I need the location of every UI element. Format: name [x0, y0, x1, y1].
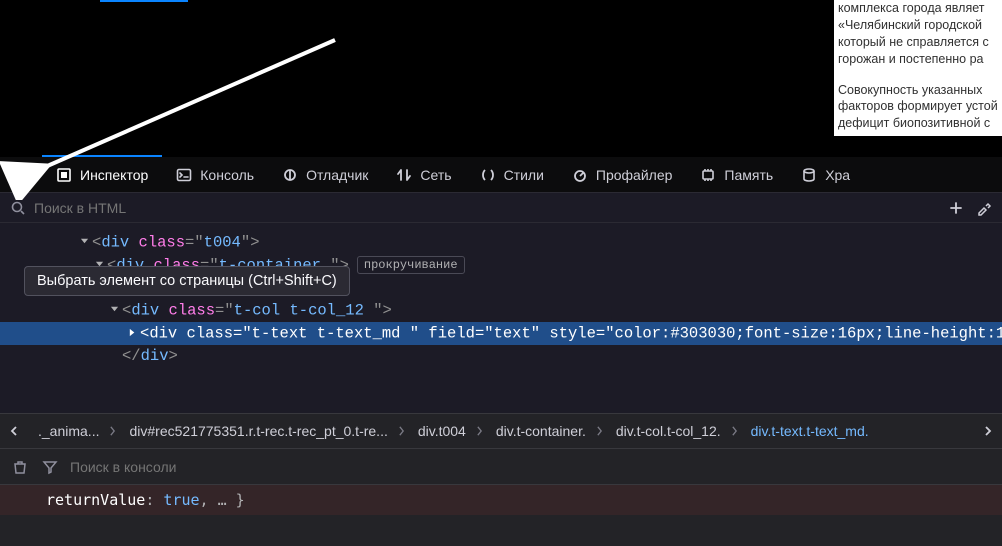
twisty-icon[interactable] — [125, 322, 140, 345]
tab-memory[interactable]: Память — [686, 157, 787, 193]
tab-label: Инспектор — [80, 167, 148, 183]
chevron-right-icon — [596, 423, 606, 439]
page-paragraph: Совокупность указанных факторов формируе… — [838, 82, 1002, 133]
twisty-icon[interactable] — [107, 299, 122, 322]
tab-storage[interactable]: Хра — [787, 157, 864, 193]
clear-console-button[interactable] — [10, 457, 30, 477]
search-input[interactable] — [34, 200, 214, 216]
tab-label: Профайлер — [596, 167, 673, 183]
devtools-panel: Инспектор Консоль Отладчик Сеть Стили — [0, 157, 1002, 546]
filter-icon[interactable] — [40, 457, 60, 477]
breadcrumb-item[interactable]: div#rec521775351.r.t-rec.t-rec_pt_0.t-re… — [119, 423, 397, 439]
twisty-icon[interactable] — [77, 231, 92, 254]
page-viewport: комплекса города являет «Челябинский гор… — [0, 0, 1002, 157]
tab-label: Стили — [504, 167, 544, 183]
tab-console[interactable]: Консоль — [162, 157, 268, 193]
console-panel: returnValue: true, … } — [0, 449, 1002, 546]
tab-styles[interactable]: Стили — [466, 157, 558, 193]
styles-icon — [480, 167, 496, 183]
breadcrumbs: ._anima... div#rec521775351.r.t-rec.t-re… — [0, 413, 1002, 449]
network-icon — [396, 167, 412, 183]
console-message[interactable]: returnValue: true, … } — [0, 485, 1002, 515]
memory-icon — [700, 167, 716, 183]
page-paragraph: комплекса города являет «Челябинский гор… — [838, 0, 1002, 68]
console-filter-input[interactable] — [70, 459, 251, 475]
tab-debugger[interactable]: Отладчик — [268, 157, 382, 193]
tab-label: Память — [724, 167, 773, 183]
inspector-icon — [56, 167, 72, 183]
breadcrumb-item[interactable]: div.t004 — [408, 423, 476, 439]
pick-element-button[interactable] — [0, 157, 42, 193]
profiler-icon — [572, 167, 588, 183]
add-node-button[interactable] — [946, 198, 966, 218]
breadcrumb-item[interactable]: ._anima... — [28, 423, 109, 439]
chevron-right-icon — [109, 423, 119, 439]
storage-icon — [801, 167, 817, 183]
breadcrumb-prev[interactable] — [0, 425, 28, 437]
selection-highlight — [100, 0, 188, 2]
breadcrumb-next[interactable] — [974, 425, 1002, 437]
breadcrumb-item[interactable]: div.t-col.t-col_12. — [606, 423, 731, 439]
tab-label: Отладчик — [306, 167, 368, 183]
tab-label: Консоль — [200, 167, 254, 183]
pick-element-tooltip: Выбрать элемент со страницы (Ctrl+Shift+… — [24, 266, 350, 296]
chevron-right-icon — [398, 423, 408, 439]
scroll-badge: прокручивание — [357, 256, 465, 274]
tab-profiler[interactable]: Профайлер — [558, 157, 687, 193]
tab-label: Хра — [825, 167, 850, 183]
selected-node[interactable]: <div class="t-text t-text_md " field="te… — [0, 322, 1002, 345]
devtools-tabbar: Инспектор Консоль Отладчик Сеть Стили — [0, 157, 1002, 193]
tab-inspector[interactable]: Инспектор — [42, 157, 162, 193]
tab-label: Сеть — [420, 167, 451, 183]
debugger-icon — [282, 167, 298, 183]
breadcrumb-item[interactable]: div.t-container. — [486, 423, 596, 439]
page-document: комплекса города являет «Челябинский гор… — [834, 0, 1002, 136]
chevron-right-icon — [731, 423, 741, 439]
tab-network[interactable]: Сеть — [382, 157, 465, 193]
chevron-right-icon — [476, 423, 486, 439]
markup-pane: Выбрать элемент со страницы (Ctrl+Shift+… — [0, 193, 1002, 413]
search-icon — [8, 198, 28, 218]
eyedropper-button[interactable] — [974, 198, 994, 218]
console-toolbar — [0, 449, 1002, 485]
console-icon — [176, 167, 192, 183]
breadcrumb-item-active[interactable]: div.t-text.t-text_md. — [741, 423, 879, 439]
markup-toolbar — [0, 193, 1002, 223]
